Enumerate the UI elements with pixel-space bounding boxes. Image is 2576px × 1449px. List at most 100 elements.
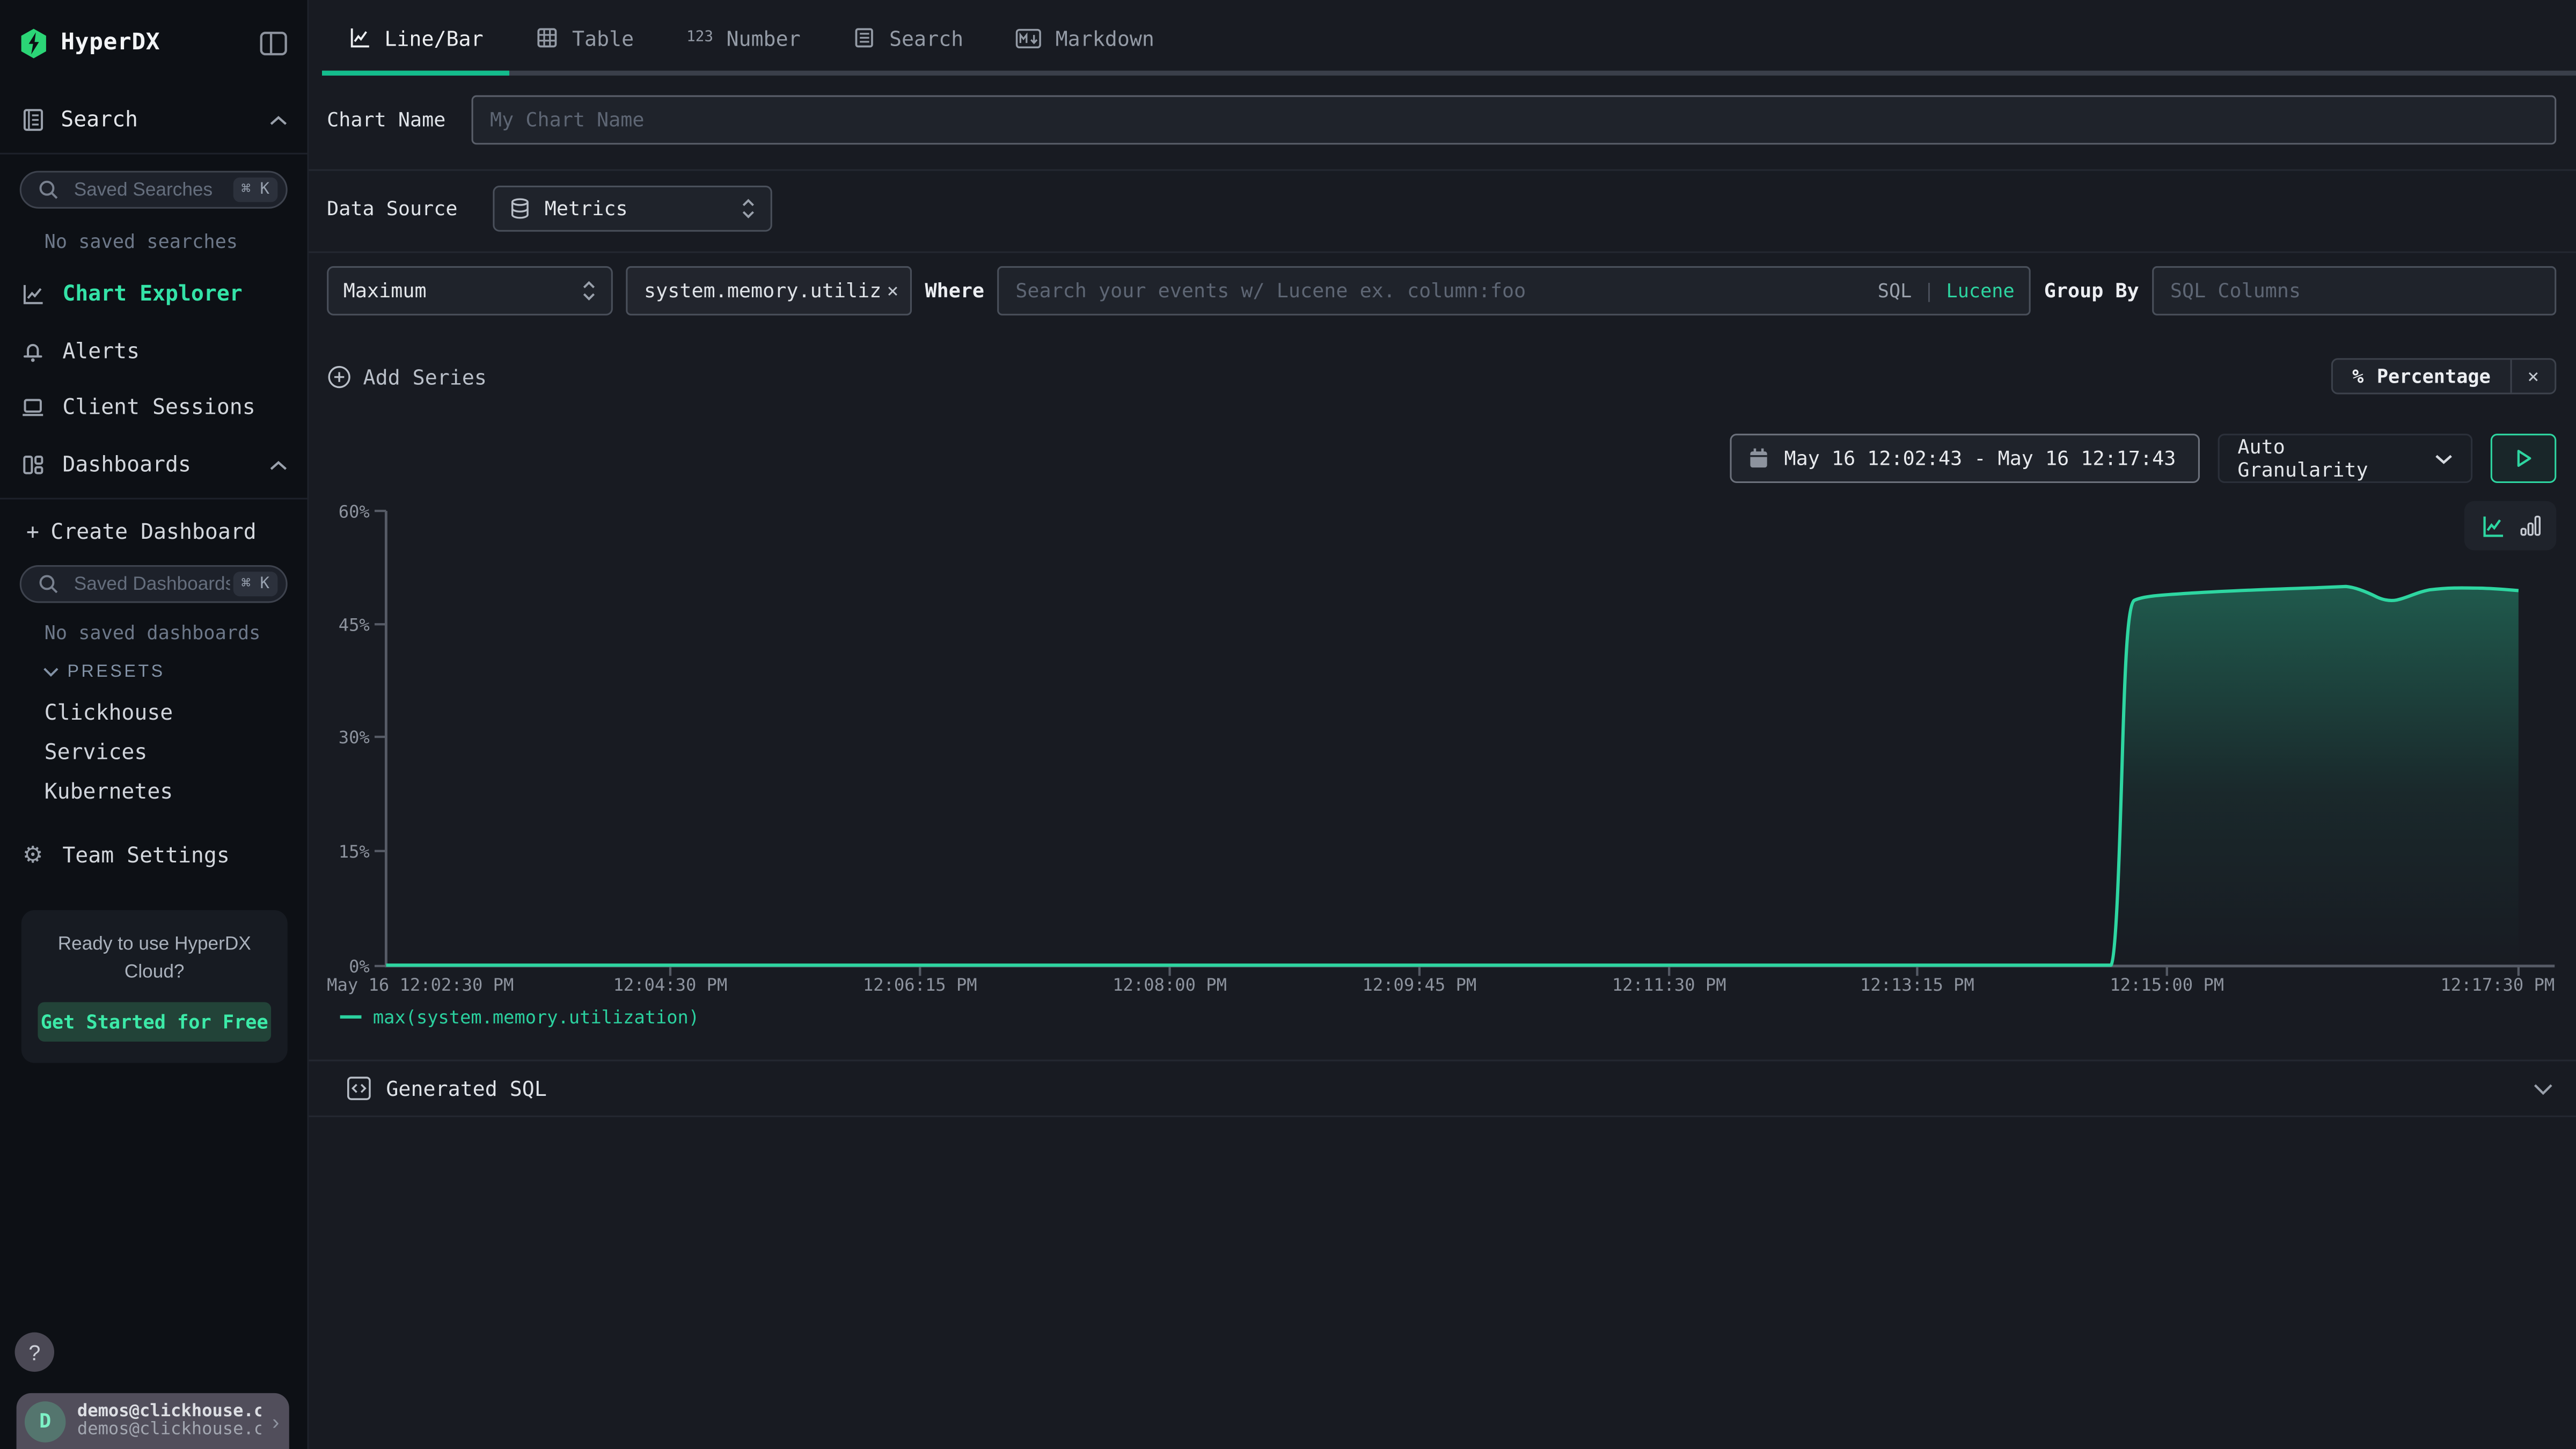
user-info: demos@clickhouse.com demos@clickhouse.co… xyxy=(77,1402,261,1440)
user-org: demos@clickhouse.com's xyxy=(77,1421,261,1440)
saved-dashboards-input[interactable] xyxy=(71,573,233,596)
generated-sql-section[interactable]: Generated SQL xyxy=(309,1059,2576,1117)
get-started-button[interactable]: Get Started for Free xyxy=(38,1002,271,1041)
presets-label: PRESETS xyxy=(68,662,165,682)
sidebar-item-team-settings[interactable]: ⚙ Team Settings xyxy=(0,841,307,870)
divider xyxy=(309,251,2576,253)
chart-legend: max(system.memory.utilization) xyxy=(340,1005,2557,1028)
metric-field-tag[interactable]: system.memory.utiliza × xyxy=(626,266,912,316)
group-by-input[interactable] xyxy=(2154,279,2555,302)
avatar: D xyxy=(25,1401,66,1442)
cloud-promo-line2: Cloud? xyxy=(38,958,271,986)
chart-explorer-label: Chart Explorer xyxy=(62,282,287,306)
date-range-picker[interactable]: May 16 12:02:43 - May 16 12:17:43 xyxy=(1730,434,2200,483)
chevron-down-icon xyxy=(43,667,60,677)
query-language-toggle: SQL | Lucene xyxy=(1878,279,2015,302)
chart-type-tabs: Line/Bar Table 123 Number xyxy=(309,0,2576,76)
chart-name-field xyxy=(472,96,2556,145)
y-tick: 45% xyxy=(339,615,370,635)
aggregation-select[interactable]: Maximum xyxy=(327,266,613,316)
preset-item-clickhouse[interactable]: Clickhouse xyxy=(45,700,308,726)
create-dashboard-label: Create Dashboard xyxy=(50,520,287,545)
cloud-promo-line1: Ready to use HyperDX xyxy=(38,932,271,959)
percentage-button[interactable]: % Percentage xyxy=(2332,360,2510,392)
data-source-select[interactable]: Metrics xyxy=(494,186,773,232)
chevron-down-icon xyxy=(2533,1082,2553,1095)
series-actions-row: Add Series % Percentage × xyxy=(327,358,2556,394)
presets-header[interactable]: PRESETS xyxy=(43,662,308,682)
tab-line-bar[interactable]: Line/Bar xyxy=(322,0,510,76)
series-area-fill xyxy=(386,587,2518,966)
tab-label: Line/Bar xyxy=(384,25,483,50)
data-source-label: Data Source xyxy=(327,197,457,220)
select-updown-icon xyxy=(742,199,757,218)
code-icon xyxy=(347,1076,371,1101)
granularity-select[interactable]: Auto Granularity xyxy=(2218,434,2472,483)
saved-searches-search[interactable]: ⌘ K xyxy=(20,171,288,208)
sidebar-item-alerts[interactable]: Alerts xyxy=(0,337,307,367)
toggle-divider: | xyxy=(1923,279,1935,302)
x-tick: 12:06:15 PM xyxy=(863,975,977,995)
run-query-button[interactable] xyxy=(2491,434,2556,483)
tab-markdown[interactable]: Markdown xyxy=(990,0,1181,76)
x-axis-labels: May 16 12:02:30 PM 12:04:30 PM 12:06:15 … xyxy=(327,975,2555,995)
chart-name-label: Chart Name xyxy=(327,108,445,131)
sidebar-section-search[interactable]: Search xyxy=(0,104,307,136)
preset-item-kubernetes[interactable]: Kubernetes xyxy=(45,779,308,805)
chevron-up-icon xyxy=(269,114,288,126)
saved-dashboards-search[interactable]: ⌘ K xyxy=(20,565,288,603)
y-tick: 60% xyxy=(339,501,370,522)
divider xyxy=(0,153,307,155)
no-saved-dashboards: No saved dashboards xyxy=(45,621,308,644)
x-tick: 12:08:00 PM xyxy=(1113,975,1227,995)
play-icon xyxy=(2514,449,2533,469)
search-section-label: Search xyxy=(61,108,254,133)
line-chart-icon xyxy=(348,26,371,49)
x-tick: 12:15:00 PM xyxy=(2110,975,2224,995)
sidebar-item-dashboards[interactable]: Dashboards xyxy=(0,450,307,480)
tab-label: Table xyxy=(572,25,634,50)
x-tick: 12:04:30 PM xyxy=(613,975,728,995)
sql-toggle[interactable]: SQL xyxy=(1878,279,1912,302)
chart-name-input[interactable] xyxy=(473,108,2555,131)
sidebar-item-chart-explorer[interactable]: Chart Explorer xyxy=(0,279,307,309)
cloud-promo-card: Ready to use HyperDX Cloud? Get Started … xyxy=(21,910,288,1063)
sidebar-collapse-icon[interactable] xyxy=(260,31,288,55)
divider xyxy=(309,169,2576,171)
percentage-remove-button[interactable]: × xyxy=(2511,360,2555,392)
add-series-button[interactable]: Add Series xyxy=(327,364,487,389)
select-updown-icon xyxy=(582,281,597,301)
granularity-value: Auto Granularity xyxy=(2237,435,2421,481)
tab-number[interactable]: 123 Number xyxy=(660,0,826,76)
preset-item-services[interactable]: Services xyxy=(45,740,308,766)
data-source-value: Metrics xyxy=(545,197,729,220)
bar-view-icon[interactable] xyxy=(2519,514,2541,537)
tab-label: Markdown xyxy=(1056,25,1154,50)
group-by-label: Group By xyxy=(2044,279,2139,302)
percentage-label: Percentage xyxy=(2377,365,2491,388)
timeseries-chart[interactable]: 60% 45% 30% 15% 0% May 16 12:02:30 PM 12… xyxy=(327,501,2556,997)
line-view-icon[interactable] xyxy=(2480,514,2505,538)
chart-explorer-icon xyxy=(20,281,46,307)
saved-searches-input[interactable] xyxy=(71,178,233,201)
hyperdx-app: { "brand": {"name": "HyperDX"}, "tabs": … xyxy=(0,0,2576,1449)
where-field: SQL | Lucene xyxy=(998,266,2031,316)
create-dashboard-button[interactable]: + Create Dashboard xyxy=(0,517,307,547)
date-range-value: May 16 12:02:43 - May 16 12:17:43 xyxy=(1784,447,2176,470)
y-tick: 15% xyxy=(339,841,370,862)
help-button[interactable]: ? xyxy=(15,1333,54,1372)
where-search-input[interactable] xyxy=(999,279,1878,302)
lucene-toggle[interactable]: Lucene xyxy=(1946,279,2014,302)
remove-metric-icon[interactable]: × xyxy=(887,279,898,302)
y-tick: 30% xyxy=(339,727,370,748)
tab-search[interactable]: Search xyxy=(827,0,990,76)
sidebar-item-client-sessions[interactable]: Client Sessions xyxy=(0,393,307,422)
data-source-row: Data Source Metrics xyxy=(327,186,2556,232)
user-card[interactable]: D demos@clickhouse.com demos@clickhouse.… xyxy=(17,1393,289,1449)
table-icon xyxy=(536,26,559,49)
generated-sql-label: Generated SQL xyxy=(386,1076,2518,1101)
chevron-up-icon xyxy=(269,459,288,471)
alerts-label: Alerts xyxy=(62,339,287,364)
plus-circle-icon xyxy=(327,364,352,389)
tab-table[interactable]: Table xyxy=(510,0,661,76)
